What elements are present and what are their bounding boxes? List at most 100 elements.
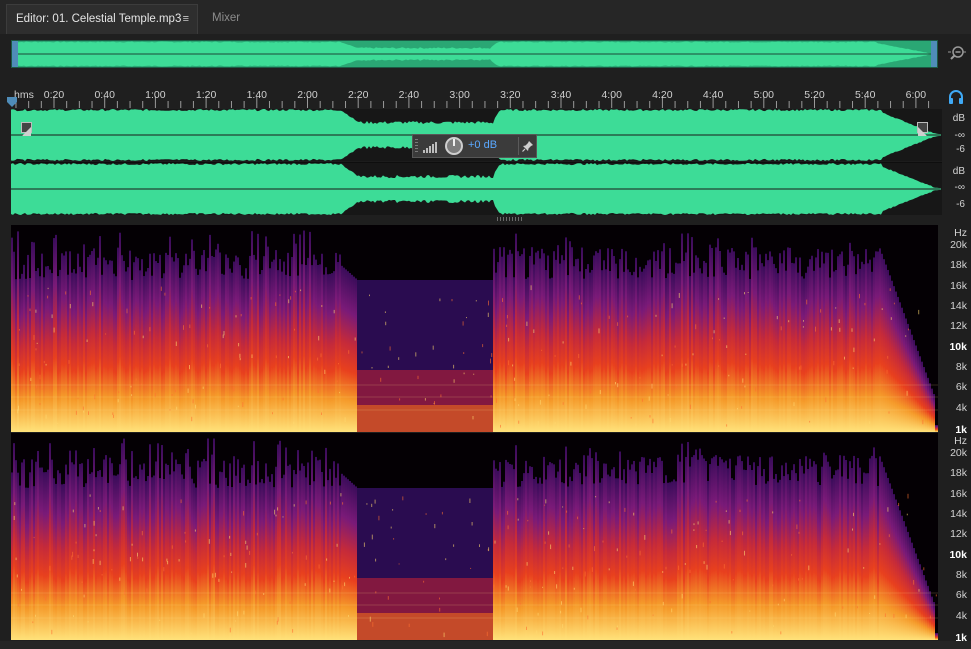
spectro-column: [551, 277, 553, 432]
tab-editor[interactable]: Editor: 01. Celestial Temple.mp3 ≡: [6, 4, 198, 34]
spectro-column: [603, 260, 605, 432]
spectro-column: [509, 249, 511, 432]
waveform-display[interactable]: [11, 109, 942, 215]
spectro-column: [223, 274, 225, 432]
spectro-column: [257, 233, 259, 432]
overview-left-handle[interactable]: [12, 41, 18, 67]
spectro-column: [321, 471, 323, 640]
spectro-column: [555, 477, 557, 640]
spectro-speckle: [363, 542, 365, 547]
spectro-speckle: [502, 298, 503, 302]
spectro-speckle: [201, 304, 203, 308]
spectro-column: [121, 443, 123, 640]
spectro-column: [129, 250, 131, 432]
spectro-column: [501, 256, 503, 432]
spectro-column: [51, 459, 53, 640]
spectro-speckle: [556, 584, 558, 589]
spectro-column: [787, 474, 789, 640]
spectro-column: [721, 459, 723, 640]
spectro-column: [879, 456, 881, 640]
spectral-display-left[interactable]: [11, 225, 938, 432]
hud-grip-handle[interactable]: [415, 139, 418, 153]
spectro-column: [815, 257, 817, 432]
spectro-column: [191, 478, 193, 640]
spectro-column: [197, 274, 199, 432]
spectro-column: [107, 482, 109, 640]
spectral-display-right[interactable]: [11, 433, 938, 640]
spectro-column: [681, 443, 683, 640]
spectro-column: [745, 251, 747, 432]
spectro-column: [651, 277, 653, 432]
spectro-column: [473, 613, 475, 640]
spectro-speckle: [881, 381, 883, 383]
volume-value[interactable]: +0 dB: [468, 139, 497, 151]
panel-splitter[interactable]: [497, 217, 523, 221]
spectro-column: [657, 250, 659, 432]
fade-in-icon[interactable]: [21, 122, 32, 136]
spectro-column: [599, 482, 601, 640]
volume-hud[interactable]: +0 dB: [412, 134, 537, 158]
spectro-column: [727, 249, 729, 432]
spectro-column: [291, 257, 293, 432]
spectro-speckle: [851, 328, 853, 332]
spectro-column: [177, 464, 179, 640]
spectro-column: [323, 486, 325, 640]
spectro-speckle: [692, 353, 694, 356]
spectro-column: [271, 474, 273, 640]
spectro-column: [31, 459, 33, 640]
zoom-out-icon[interactable]: [948, 44, 966, 62]
spectro-column: [585, 476, 587, 640]
spectro-column: [427, 613, 429, 640]
spectro-column: [727, 468, 729, 640]
spectro-column: [307, 462, 309, 640]
spectro-speckle: [111, 569, 113, 571]
spectro-column: [381, 613, 383, 640]
spectro-column: [241, 275, 243, 432]
overview-right-handle[interactable]: [931, 41, 937, 67]
spectro-column: [709, 244, 711, 432]
spectro-column: [151, 477, 153, 640]
ruler-tick-label: 0:40: [94, 89, 115, 101]
spectro-speckle: [342, 585, 344, 590]
spectro-column: [659, 268, 661, 432]
headphones-icon[interactable]: [948, 89, 964, 105]
pin-icon[interactable]: [522, 140, 534, 152]
spectro-column: [143, 463, 145, 640]
spectro-column: [189, 258, 191, 432]
spectro-speckle: [888, 411, 890, 414]
spectro-column: [711, 247, 713, 432]
spectro-column: [501, 486, 503, 640]
spectro-column: [803, 473, 805, 640]
overview-navigator[interactable]: [11, 40, 938, 68]
spectro-speckle: [652, 418, 654, 424]
spectro-speckle: [742, 378, 744, 383]
spectro-column: [499, 247, 501, 432]
spectro-column: [615, 478, 617, 640]
spectro-speckle: [469, 498, 471, 503]
spectro-column: [167, 254, 169, 432]
spectro-speckle: [68, 360, 70, 364]
spectro-column: [389, 405, 391, 432]
spectro-column: [669, 482, 671, 640]
spectro-speckle: [65, 291, 67, 295]
spectro-speckle: [599, 390, 601, 395]
playhead-marker-icon[interactable]: [7, 97, 17, 107]
spectro-speckle: [572, 566, 574, 570]
spectro-speckle: [171, 545, 173, 549]
spectro-column: [327, 274, 329, 432]
volume-knob-icon[interactable]: [444, 136, 464, 156]
tab-mixer[interactable]: Mixer: [200, 4, 266, 34]
fade-out-icon[interactable]: [917, 122, 928, 136]
spectro-column: [317, 264, 319, 432]
spectro-speckle: [723, 564, 725, 569]
spectro-column: [381, 405, 383, 432]
spectro-speckle: [671, 364, 673, 366]
spectro-column: [243, 278, 245, 432]
hz-label: 10k: [949, 341, 967, 353]
spectro-speckle: [516, 607, 518, 612]
spectro-column: [489, 405, 491, 432]
panel-menu-icon[interactable]: ≡: [183, 5, 189, 33]
spectro-speckle: [233, 387, 235, 392]
time-ruler[interactable]: 0:20 0:40 1:00 1:20 1:40 2:00 2:20 2:40 3:00 3:20…: [11, 88, 942, 108]
spectro-column: [439, 405, 441, 432]
